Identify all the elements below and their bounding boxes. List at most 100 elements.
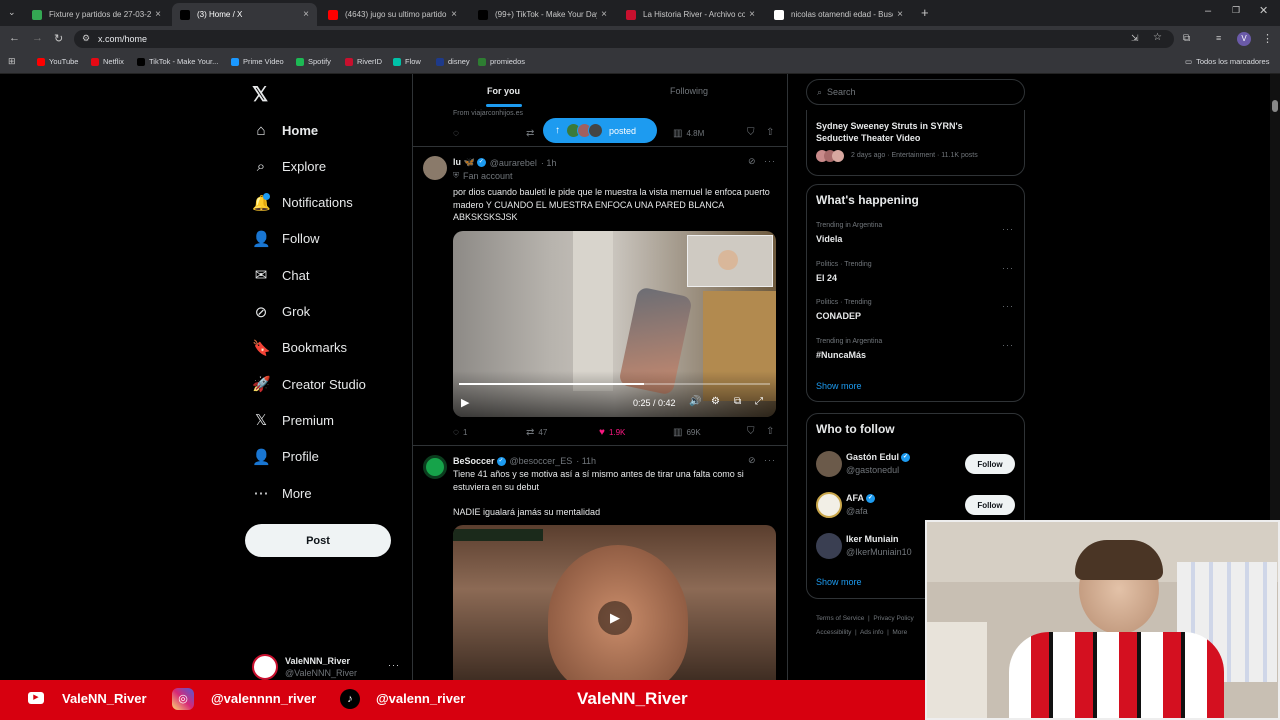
- extensions-icon[interactable]: ⧉: [1183, 33, 1190, 44]
- tweet1-views[interactable]: ▥ 69K: [673, 427, 701, 438]
- bookmark-item[interactable]: YouTube: [37, 57, 78, 66]
- maximize-icon[interactable]: ❐: [1232, 5, 1240, 16]
- tweet1-video[interactable]: ▶ 0:25 / 0:42 🔊 ⚙ ⧉ ⤢: [453, 231, 776, 417]
- bookmark-item[interactable]: Spotify: [296, 57, 331, 66]
- trend-name[interactable]: El 24: [816, 273, 837, 283]
- browser-tab[interactable]: (4643) jugo su ultimo partido en ×: [320, 3, 465, 26]
- prev-repost-button[interactable]: ⇄: [526, 128, 538, 139]
- search-input[interactable]: ⌕ Search: [806, 79, 1025, 105]
- close-window-icon[interactable]: ✕: [1259, 4, 1268, 17]
- settings-icon[interactable]: ⚙: [711, 396, 720, 407]
- sidebar-item-creator-studio[interactable]: 🚀 Creator Studio: [252, 369, 366, 399]
- trend-more-icon[interactable]: ···: [1002, 340, 1014, 350]
- tweet1-author[interactable]: lu 🦋: [453, 157, 475, 168]
- sidebar-item-follow[interactable]: 👤 Follow: [252, 224, 320, 254]
- media-control-icon[interactable]: ≡: [1216, 33, 1221, 43]
- bookmark-star-icon[interactable]: ☆: [1153, 32, 1162, 43]
- fullscreen-icon[interactable]: ⤢: [755, 396, 763, 407]
- footer-privacy[interactable]: Privacy Policy: [873, 615, 913, 622]
- suggestion-avatar[interactable]: [816, 451, 842, 477]
- sidebar-item-home[interactable]: ⌂ Home: [252, 115, 318, 145]
- bookmark-item[interactable]: disney: [436, 57, 470, 66]
- footer-accessibility[interactable]: Accessibility: [816, 629, 851, 636]
- suggestion-avatar[interactable]: [816, 492, 842, 518]
- trend-more-icon[interactable]: ···: [1002, 263, 1014, 273]
- tab-close-icon[interactable]: ×: [897, 9, 903, 20]
- tweet2-author[interactable]: BeSoccer: [453, 456, 495, 466]
- new-posts-pill[interactable]: ↑ posted: [543, 118, 657, 143]
- profile-avatar[interactable]: V: [1237, 32, 1251, 46]
- trend-name[interactable]: #NuncaMás: [816, 350, 866, 360]
- footer-more[interactable]: More: [892, 629, 907, 636]
- follow-button[interactable]: Follow: [965, 454, 1015, 474]
- post-button[interactable]: Post: [245, 524, 391, 557]
- follow-button[interactable]: Follow: [965, 495, 1015, 515]
- grok-analyze-icon[interactable]: ⊘: [748, 156, 757, 167]
- scrollbar-thumb[interactable]: [1272, 100, 1278, 112]
- tweet1-avatar[interactable]: [423, 156, 447, 180]
- apps-icon[interactable]: ⊞: [8, 56, 16, 67]
- browser-tab[interactable]: Fixture y partidos de 27-03-2025×: [24, 3, 169, 26]
- tweet2-more-icon[interactable]: ···: [764, 455, 776, 465]
- trend-name[interactable]: Videla: [816, 234, 842, 244]
- sidebar-item-premium[interactable]: 𝕏 Premium: [252, 405, 334, 435]
- tweet1-reply-button[interactable]: ◌ 1: [453, 427, 467, 438]
- new-tab-icon[interactable]: +: [921, 5, 929, 20]
- page-scrollbar[interactable]: [1270, 74, 1280, 520]
- browser-tab[interactable]: nicolas otamendi edad - Buscar ×: [766, 3, 911, 26]
- bookmark-item[interactable]: Flow: [393, 57, 421, 66]
- bookmark-item[interactable]: promiedos: [478, 57, 525, 66]
- tweet1-bookmark-button[interactable]: ⛉: [747, 426, 759, 437]
- tab-close-icon[interactable]: ×: [749, 9, 755, 20]
- tweet2-video[interactable]: ▶: [453, 525, 776, 685]
- account-menu-icon[interactable]: ···: [388, 660, 400, 670]
- trend-more-icon[interactable]: ···: [1002, 224, 1014, 234]
- bookmark-item[interactable]: RiverID: [345, 57, 382, 66]
- trend-name[interactable]: CONADEP: [816, 311, 861, 321]
- video-progress-track[interactable]: [459, 383, 770, 385]
- suggestion-name[interactable]: AFA ✓: [846, 493, 875, 504]
- account-avatar[interactable]: [252, 654, 278, 680]
- tab-following[interactable]: Following: [670, 86, 708, 96]
- prev-views[interactable]: ▥ 4.8M: [673, 128, 704, 139]
- prev-reply-button[interactable]: ◌: [453, 128, 463, 139]
- browser-tab[interactable]: (99+) TikTok - Make Your Day ×: [470, 3, 615, 26]
- forward-icon[interactable]: →: [32, 32, 43, 44]
- suggestion-avatar[interactable]: [816, 533, 842, 559]
- browser-tab[interactable]: (3) Home / X ×: [172, 3, 317, 26]
- bookmark-item[interactable]: Netflix: [91, 57, 124, 66]
- tweet2-handle[interactable]: @besoccer_ES: [510, 456, 573, 466]
- grok-analyze-icon[interactable]: ⊘: [748, 455, 757, 466]
- back-icon[interactable]: ←: [9, 32, 20, 44]
- tab-close-icon[interactable]: ×: [155, 9, 161, 20]
- tweet1-more-icon[interactable]: ···: [764, 156, 776, 166]
- sidebar-item-explore[interactable]: ⌕ Explore: [252, 151, 326, 181]
- sidebar-item-more[interactable]: ⋯ More: [252, 478, 312, 508]
- tab-close-icon[interactable]: ×: [451, 9, 457, 20]
- tweet1-repost-button[interactable]: ⇄ 47: [526, 427, 547, 438]
- browser-tab[interactable]: La Historia River - Archivo com ×: [618, 3, 763, 26]
- tab-close-icon[interactable]: ×: [303, 9, 309, 20]
- footer-terms[interactable]: Terms of Service: [816, 615, 864, 622]
- bookmark-item[interactable]: TikTok - Make Your...: [137, 57, 218, 66]
- sidebar-item-chat[interactable]: ✉ Chat: [252, 260, 310, 290]
- address-input[interactable]: x.com/home: [74, 30, 1174, 48]
- tab-search-icon[interactable]: ⌄: [8, 7, 16, 18]
- suggestion-name[interactable]: Iker Muniain: [846, 534, 899, 544]
- tweet1-handle[interactable]: @aurarebel: [490, 158, 537, 168]
- sidebar-item-bookmarks[interactable]: 🔖 Bookmarks: [252, 333, 347, 363]
- prev-bookmark-button[interactable]: ⛉: [747, 127, 759, 138]
- prev-share-button[interactable]: ⇧: [766, 127, 778, 138]
- tweet1-time[interactable]: · 1h: [541, 158, 557, 168]
- bookmark-item[interactable]: Prime Video: [231, 57, 284, 66]
- suggestions-show-more[interactable]: Show more: [816, 577, 862, 587]
- tab-for-you[interactable]: For you: [487, 86, 520, 96]
- chrome-menu-icon[interactable]: ⋮: [1262, 32, 1273, 45]
- suggestion-name[interactable]: Gastón Edul ✓: [846, 452, 911, 463]
- x-logo-icon[interactable]: 𝕏: [252, 82, 268, 107]
- tweet2-avatar[interactable]: [423, 455, 447, 479]
- trend-more-icon[interactable]: ···: [1002, 301, 1014, 311]
- all-bookmarks[interactable]: ▭ Todos los marcadores: [1185, 57, 1269, 66]
- tweet1-like-button[interactable]: ♥ 1.9K: [599, 427, 625, 438]
- reload-icon[interactable]: ↻: [54, 32, 63, 45]
